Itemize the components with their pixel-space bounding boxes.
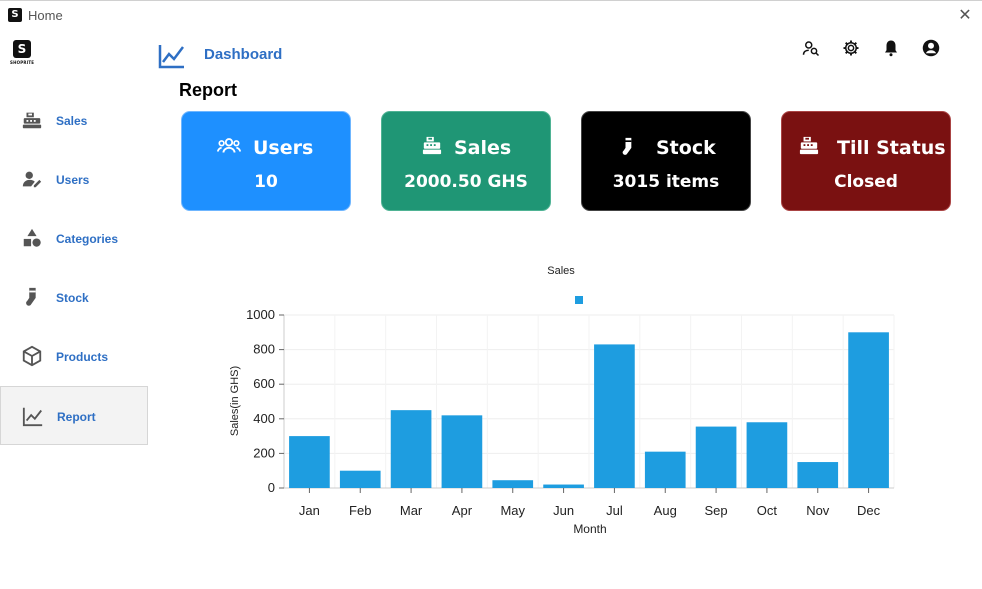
x-tick-label: Jul — [606, 503, 623, 518]
sidebar-item-stock[interactable]: Stock — [0, 268, 148, 327]
chart-bar — [492, 480, 534, 488]
card-label: Users — [253, 137, 314, 159]
box-icon — [22, 345, 42, 367]
chart-bar — [441, 415, 483, 488]
sidebar-item-label: Products — [56, 350, 109, 364]
x-tick-label: Jan — [299, 503, 320, 518]
chart-bar — [339, 470, 381, 488]
close-button[interactable]: ✕ — [956, 6, 974, 24]
bell-icon[interactable] — [882, 39, 900, 57]
sidebar-item-products[interactable]: Products — [0, 327, 148, 386]
card-value: 3015 items — [612, 172, 720, 192]
window-titlebar: S Home ✕ — [0, 0, 982, 30]
sidebar-item-report[interactable]: Report — [0, 386, 148, 445]
card-value: Closed — [834, 172, 898, 192]
page-title: Report — [179, 80, 237, 100]
chart-bar — [797, 462, 839, 488]
y-tick-label: 800 — [253, 342, 275, 357]
till-status-card: Till Status Closed — [781, 111, 951, 211]
x-tick-label: May — [500, 503, 525, 518]
cash-register-icon — [22, 112, 42, 129]
sidebar-item-label: Sales — [56, 114, 88, 128]
x-tick-label: Nov — [806, 503, 830, 518]
x-tick-label: Jun — [553, 503, 574, 518]
chart-title: Sales — [547, 265, 575, 277]
chart-bar — [390, 410, 432, 488]
y-tick-label: 600 — [253, 376, 275, 391]
sidebar-item-categories[interactable]: Categories — [0, 209, 148, 268]
shapes-icon — [23, 228, 41, 247]
users-card: Users 10 — [181, 111, 351, 211]
x-tick-label: Sep — [705, 503, 728, 518]
gear-icon[interactable] — [842, 39, 860, 57]
x-tick-label: Oct — [757, 503, 778, 518]
card-value: 10 — [254, 172, 278, 192]
sock-icon — [622, 137, 632, 155]
window-title: Home — [28, 8, 63, 23]
chart-bar — [746, 422, 788, 488]
app-icon: S — [8, 8, 22, 22]
x-tick-label: Aug — [654, 503, 677, 518]
legend-swatch — [575, 296, 583, 304]
card-label: Stock — [656, 137, 716, 159]
sidebar-item-label: Categories — [56, 232, 119, 246]
sidebar: Sales Users Categories Stock Products Re… — [0, 91, 148, 445]
dashboard-title: Dashboard — [204, 46, 283, 63]
chart-bar — [848, 332, 889, 488]
sidebar-item-sales[interactable]: Sales — [0, 91, 148, 150]
sidebar-item-label: Stock — [56, 291, 89, 305]
card-label: Sales — [454, 137, 512, 159]
x-tick-label: Dec — [857, 503, 881, 518]
sidebar-item-label: Users — [56, 173, 90, 187]
x-tick-label: Mar — [400, 503, 423, 518]
y-tick-label: 1000 — [246, 307, 275, 322]
logo-mark: S — [13, 40, 31, 58]
sales-bar-chart: 0 200 400 600 800 1000 Jan Feb Mar Apr May Jun Jul Au… — [229, 265, 895, 536]
chart-bar — [594, 344, 635, 488]
logo-brand-text: SHOPRITE — [10, 60, 35, 65]
y-tick-label: 0 — [268, 480, 275, 495]
stock-card: Stock 3015 items — [581, 111, 751, 211]
card-value: 2000.50 GHS — [404, 172, 528, 192]
x-tick-label: Apr — [452, 503, 473, 518]
chart-bar — [289, 436, 330, 488]
sock-icon — [26, 287, 36, 306]
sidebar-item-users[interactable]: Users — [0, 150, 148, 209]
card-label: Till Status — [837, 137, 946, 159]
y-tick-label: 400 — [253, 411, 275, 426]
y-axis-title: Sales(in GHS) — [229, 366, 241, 436]
cash-register-icon — [799, 136, 819, 155]
chart-line-icon — [22, 407, 43, 427]
chart-bar — [695, 426, 737, 488]
x-axis-title: Month — [573, 522, 606, 536]
chart-bar — [543, 484, 584, 488]
user-search-icon[interactable] — [802, 39, 820, 57]
sales-card: Sales 2000.50 GHS — [381, 111, 551, 211]
y-tick-label: 200 — [253, 445, 275, 460]
users-icon — [217, 138, 241, 153]
chart-bar — [644, 451, 686, 488]
cash-register-icon — [422, 136, 442, 155]
sidebar-item-label: Report — [57, 410, 96, 424]
brand-logo: S SHOPRITE — [10, 40, 34, 68]
x-tick-label: Feb — [349, 503, 371, 518]
account-icon[interactable] — [922, 39, 940, 57]
user-edit-icon — [22, 171, 42, 188]
chart-line-icon — [158, 45, 184, 69]
